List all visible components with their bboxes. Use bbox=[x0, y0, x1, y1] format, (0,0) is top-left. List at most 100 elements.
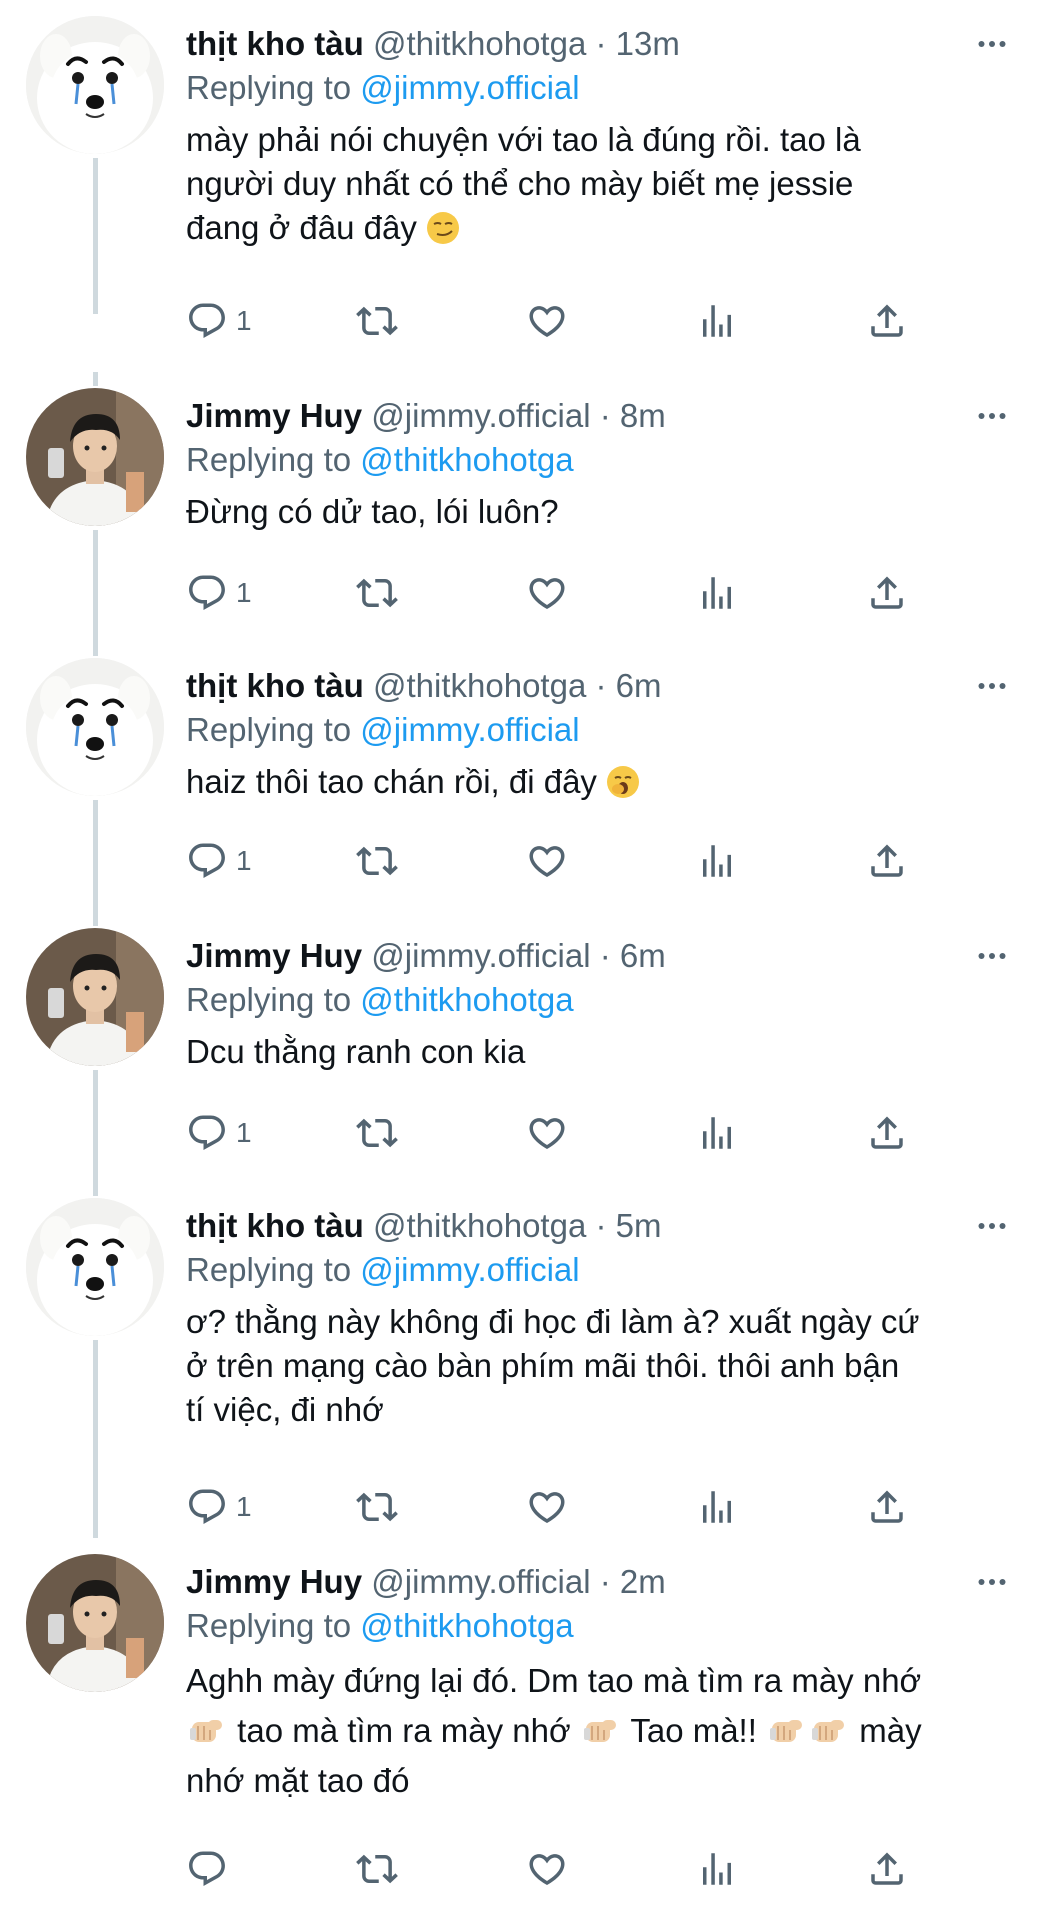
like-button[interactable] bbox=[526, 1844, 568, 1894]
retweet-button[interactable] bbox=[356, 1844, 398, 1894]
tweet-text-line: tí việc, đi nhớ bbox=[186, 1391, 384, 1428]
timestamp[interactable]: · 13m bbox=[595, 25, 679, 62]
avatar[interactable] bbox=[26, 388, 164, 526]
like-button[interactable] bbox=[526, 296, 568, 346]
replying-to-handle[interactable]: @thitkhohotga bbox=[360, 981, 573, 1018]
timestamp[interactable]: · 6m bbox=[595, 667, 661, 704]
analytics-button[interactable] bbox=[696, 1482, 738, 1532]
man-portrait-avatar-icon bbox=[26, 1554, 164, 1692]
display-name[interactable]: Jimmy Huy bbox=[186, 397, 362, 434]
analytics-button[interactable] bbox=[696, 296, 738, 346]
tweet[interactable]: thịt kho tàu @thitkhohotga · 6m Replying… bbox=[0, 642, 1044, 912]
retweet-icon bbox=[356, 840, 398, 882]
reply-button[interactable]: 1 bbox=[186, 568, 252, 618]
reply-button[interactable]: 1 bbox=[186, 296, 252, 346]
share-icon bbox=[866, 572, 908, 614]
tweet-text: haiz thôi tao chán rồi, đi đây bbox=[186, 760, 1016, 804]
timestamp[interactable]: · 6m bbox=[600, 937, 666, 974]
more-options-button[interactable] bbox=[964, 20, 1020, 68]
tweet[interactable]: Jimmy Huy @jimmy.official · 2m Replying … bbox=[0, 1538, 1044, 1920]
reply-count: 1 bbox=[236, 1491, 252, 1522]
handle[interactable]: @thitkhohotga bbox=[373, 667, 586, 704]
more-options-button[interactable] bbox=[964, 1202, 1020, 1250]
avatar[interactable] bbox=[26, 928, 164, 1066]
reply-button[interactable]: 1 bbox=[186, 836, 252, 886]
display-name[interactable]: thịt kho tàu bbox=[186, 25, 364, 62]
tweet-text-span: tao mà tìm ra mày nhớ bbox=[237, 1712, 571, 1749]
like-button[interactable] bbox=[526, 1482, 568, 1532]
avatar[interactable] bbox=[26, 658, 164, 796]
share-button[interactable] bbox=[866, 1482, 908, 1532]
retweet-button[interactable] bbox=[356, 568, 398, 618]
tweet[interactable]: Jimmy Huy @jimmy.official · 6m Replying … bbox=[0, 912, 1044, 1182]
thread-line-top bbox=[93, 642, 98, 656]
tweet-text: Dcu thằng ranh con kia bbox=[186, 1030, 1016, 1074]
like-button[interactable] bbox=[526, 836, 568, 886]
replying-to-handle[interactable]: @jimmy.official bbox=[360, 711, 579, 748]
avatar[interactable] bbox=[26, 1198, 164, 1336]
analytics-button[interactable] bbox=[696, 1844, 738, 1894]
replying-to-label: Replying to bbox=[186, 441, 352, 478]
retweet-button[interactable] bbox=[356, 836, 398, 886]
tweet-actions: 1 bbox=[186, 296, 946, 346]
timestamp[interactable]: · 8m bbox=[600, 397, 666, 434]
replying-to-handle[interactable]: @jimmy.official bbox=[360, 1251, 579, 1288]
replying-to-handle[interactable]: @thitkhohotga bbox=[360, 1607, 573, 1644]
tweet[interactable]: thịt kho tàu @thitkhohotga · 5m Replying… bbox=[0, 1182, 1044, 1538]
tweet-header: thịt kho tàu @thitkhohotga · 6m bbox=[186, 662, 1004, 710]
heart-icon bbox=[526, 300, 568, 342]
reply-button[interactable]: 1 bbox=[186, 1482, 252, 1532]
retweet-button[interactable] bbox=[356, 1108, 398, 1158]
handle[interactable]: @thitkhohotga bbox=[373, 25, 586, 62]
tweet-text-line: ơ? thằng này không đi học đi làm à? xuất… bbox=[186, 1303, 920, 1340]
avatar[interactable] bbox=[26, 16, 164, 154]
share-button[interactable] bbox=[866, 1844, 908, 1894]
share-button[interactable] bbox=[866, 836, 908, 886]
handle[interactable]: @jimmy.official bbox=[371, 397, 590, 434]
reply-count: 1 bbox=[236, 845, 252, 876]
timestamp[interactable]: · 2m bbox=[600, 1563, 666, 1600]
display-name[interactable]: Jimmy Huy bbox=[186, 1563, 362, 1600]
like-button[interactable] bbox=[526, 568, 568, 618]
like-button[interactable] bbox=[526, 1108, 568, 1158]
display-name[interactable]: Jimmy Huy bbox=[186, 937, 362, 974]
more-options-button[interactable] bbox=[964, 662, 1020, 710]
tweet-actions: 1 bbox=[186, 568, 946, 618]
avatar[interactable] bbox=[26, 1554, 164, 1692]
tweet-text: mày phải nói chuyện với tao là đúng rồi.… bbox=[186, 118, 1016, 250]
reply-button[interactable] bbox=[186, 1844, 228, 1894]
replying-to-handle[interactable]: @jimmy.official bbox=[360, 69, 579, 106]
reply-icon bbox=[186, 1848, 228, 1890]
share-button[interactable] bbox=[866, 1108, 908, 1158]
handle[interactable]: @jimmy.official bbox=[371, 1563, 590, 1600]
analytics-button[interactable] bbox=[696, 1108, 738, 1158]
more-options-button[interactable] bbox=[964, 932, 1020, 980]
analytics-button[interactable] bbox=[696, 568, 738, 618]
replying-to-handle[interactable]: @thitkhohotga bbox=[360, 441, 573, 478]
analytics-button[interactable] bbox=[696, 836, 738, 886]
more-options-button[interactable] bbox=[964, 1558, 1020, 1606]
tweet-actions bbox=[186, 1844, 946, 1894]
tweet[interactable]: Jimmy Huy @jimmy.official · 8m Replying … bbox=[0, 372, 1044, 642]
display-name[interactable]: thịt kho tàu bbox=[186, 1207, 364, 1244]
display-name[interactable]: thịt kho tàu bbox=[186, 667, 364, 704]
share-button[interactable] bbox=[866, 568, 908, 618]
tweet-header: Jimmy Huy @jimmy.official · 8m bbox=[186, 392, 1004, 440]
handle[interactable]: @thitkhohotga bbox=[373, 1207, 586, 1244]
replying-to-label: Replying to bbox=[186, 711, 352, 748]
retweet-button[interactable] bbox=[356, 296, 398, 346]
timestamp[interactable]: · 5m bbox=[595, 1207, 661, 1244]
tweet-text-line: tao mà tìm ra mày nhớ Tao mà!! mày bbox=[186, 1706, 1016, 1756]
tweet[interactable]: thịt kho tàu @thitkhohotga · 13m Replyin… bbox=[0, 0, 1044, 310]
retweet-button[interactable] bbox=[356, 1482, 398, 1532]
yawning-face-emoji-icon bbox=[606, 765, 640, 799]
smirking-face-emoji-icon bbox=[426, 211, 460, 245]
handle[interactable]: @jimmy.official bbox=[371, 937, 590, 974]
reply-button[interactable]: 1 bbox=[186, 1108, 252, 1158]
share-icon bbox=[866, 1848, 908, 1890]
analytics-icon bbox=[696, 300, 738, 342]
tweet-text: Aghh mày đứng lại đó. Dm tao mà tìm ra m… bbox=[186, 1656, 1016, 1806]
tweet-header: Jimmy Huy @jimmy.official · 6m bbox=[186, 932, 1004, 980]
share-button[interactable] bbox=[866, 296, 908, 346]
more-options-button[interactable] bbox=[964, 392, 1020, 440]
